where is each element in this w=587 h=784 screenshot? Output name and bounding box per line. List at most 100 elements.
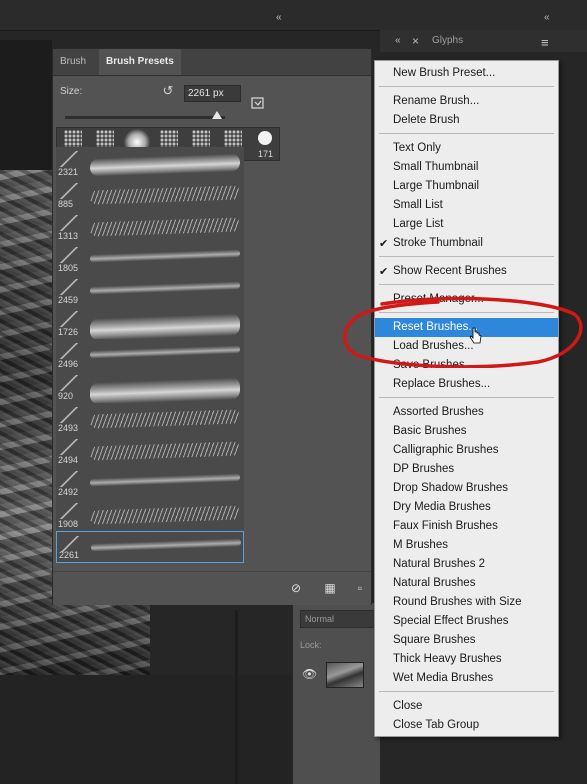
collapse-icon[interactable]: « (395, 35, 401, 46)
brush-size-label: 2321 (58, 167, 79, 177)
brush-tip-thumbnail (96, 130, 114, 148)
brush-tip-thumbnail (224, 130, 242, 148)
brush-preset-row[interactable]: 2321 (56, 147, 244, 180)
brush-size-label: 885 (58, 199, 74, 209)
menu-item-brush-library[interactable]: Faux Finish Brushes (375, 517, 558, 536)
menu-item-large-thumbnail[interactable]: Large Thumbnail (375, 177, 558, 196)
application-top-bar (0, 0, 587, 31)
brush-preset-row[interactable]: 885 (56, 179, 244, 212)
panel-divider (235, 610, 238, 784)
collapse-panels-icon[interactable]: « (276, 12, 282, 23)
panel-menu-icon[interactable]: ≡ (541, 35, 549, 50)
brush-stroke-preview (90, 249, 240, 263)
brush-stroke-preview (90, 505, 240, 525)
brush-preset-row[interactable]: 2494 (56, 435, 244, 468)
recent-brush[interactable]: 171 (249, 128, 282, 160)
brush-stroke-preview (90, 185, 240, 205)
red-annotation-circle (343, 296, 583, 368)
brush-preset-row[interactable]: 1313 (56, 211, 244, 244)
brush-preset-list: 2321 885 1313 1805 2459 1726 2496 920 2493 2494 24… (56, 147, 244, 571)
size-slider[interactable] (65, 116, 225, 119)
tab-glyphs[interactable]: Glyphs (432, 35, 463, 46)
menu-item-close[interactable]: Close (375, 697, 558, 716)
menu-item-brush-library[interactable]: Basic Brushes (375, 422, 558, 441)
menu-item-brush-library[interactable]: Dry Media Brushes (375, 498, 558, 517)
brush-tip-icon (59, 247, 79, 263)
menu-item-brush-library[interactable]: DP Brushes (375, 460, 558, 479)
menu-item-brush-library[interactable]: M Brushes (375, 536, 558, 555)
menu-item-close-tab-group[interactable]: Close Tab Group (375, 716, 558, 735)
menu-item-rename-brush[interactable]: Rename Brush... (375, 92, 558, 111)
size-input[interactable]: 2261 px (184, 85, 241, 102)
brush-preset-row[interactable]: 2261 (56, 531, 244, 563)
menu-item-new-brush-preset[interactable]: New Brush Preset... (375, 64, 558, 83)
panel-tab-bar: Brush Brush Presets (53, 49, 371, 76)
layers-panel (293, 603, 380, 784)
new-preset-icon[interactable] (251, 95, 265, 109)
menu-item-small-thumbnail[interactable]: Small Thumbnail (375, 158, 558, 177)
size-slider-thumb[interactable] (212, 111, 222, 119)
tab-brush[interactable]: Brush (53, 49, 94, 75)
collapse-dock-icon[interactable]: « (544, 12, 550, 23)
checkmark-icon: ✔ (379, 238, 389, 250)
menu-item-brush-library[interactable]: Wet Media Brushes (375, 669, 558, 688)
brush-stroke-preview (90, 473, 240, 487)
brush-preset-row[interactable]: 2459 (56, 275, 244, 308)
menu-item-delete-brush[interactable]: Delete Brush (375, 111, 558, 130)
brush-stroke-preview (90, 345, 240, 359)
menu-item-show-recent-brushes[interactable]: Show Recent Brushes (375, 262, 558, 281)
canvas-background (0, 40, 52, 170)
menu-item-brush-library[interactable]: Natural Brushes 2 (375, 555, 558, 574)
brush-preset-row[interactable]: 2496 (56, 339, 244, 372)
eye-icon[interactable]: 👁 (302, 667, 317, 681)
tab-brush-presets[interactable]: Brush Presets (99, 49, 181, 75)
brush-stroke-preview (90, 441, 240, 461)
brush-size-label: 2493 (58, 423, 79, 433)
brush-tip-icon (59, 471, 79, 487)
menu-separator (379, 284, 554, 285)
close-icon[interactable]: × (412, 34, 419, 48)
brush-size-label: 920 (58, 391, 74, 401)
new-brush-icon[interactable]: ▦ (323, 582, 337, 594)
blend-mode-select[interactable]: Normal (300, 610, 376, 628)
brush-preset-row[interactable]: 1805 (56, 243, 244, 276)
size-label: Size: (60, 86, 83, 97)
brush-preset-row[interactable]: 2492 (56, 467, 244, 500)
menu-item-small-list[interactable]: Small List (375, 196, 558, 215)
toggle-brush-panel-icon[interactable]: ⊘ (289, 582, 303, 594)
menu-item-brush-library[interactable]: Thick Heavy Brushes (375, 650, 558, 669)
brush-size-label: 1726 (58, 327, 79, 337)
brush-presets-flyout-menu: New Brush Preset... Rename Brush... Dele… (374, 60, 559, 737)
menu-item-brush-library[interactable]: Special Effect Brushes (375, 612, 558, 631)
brush-preset-row[interactable]: 1726 (56, 307, 244, 341)
delete-brush-icon[interactable]: ▫ (353, 582, 367, 594)
menu-separator (379, 397, 554, 398)
brush-preset-row[interactable]: 2493 (56, 403, 244, 436)
menu-item-text-only[interactable]: Text Only (375, 139, 558, 158)
brush-tip-icon (59, 503, 79, 519)
menu-item-brush-library[interactable]: Drop Shadow Brushes (375, 479, 558, 498)
menu-item-brush-library[interactable]: Round Brushes with Size (375, 593, 558, 612)
reset-size-icon[interactable]: ↺ (161, 84, 175, 98)
canvas-background-bottom (0, 675, 300, 784)
brush-size-label: 2459 (58, 295, 79, 305)
layer-thumbnail[interactable] (326, 662, 364, 688)
menu-item-brush-library[interactable]: Natural Brushes (375, 574, 558, 593)
brush-preset-row[interactable]: 1908 (56, 499, 244, 532)
menu-item-large-list[interactable]: Large List (375, 215, 558, 234)
menu-item-brush-library[interactable]: Calligraphic Brushes (375, 441, 558, 460)
menu-separator (379, 256, 554, 257)
menu-item-replace-brushes[interactable]: Replace Brushes... (375, 375, 558, 394)
brush-stroke-preview (90, 409, 240, 429)
lock-label: Lock: (300, 640, 322, 650)
brush-tip-icon (59, 183, 79, 199)
brush-size-label: 171 (257, 149, 274, 159)
brush-size-label: 2261 (59, 550, 80, 560)
menu-item-stroke-thumbnail[interactable]: Stroke Thumbnail (375, 234, 558, 253)
brush-stroke-preview (90, 377, 240, 405)
brush-size-label: 1908 (58, 519, 79, 529)
brush-size-label: 2496 (58, 359, 79, 369)
brush-preset-row[interactable]: 920 (56, 371, 244, 405)
menu-item-brush-library[interactable]: Assorted Brushes (375, 403, 558, 422)
menu-item-brush-library[interactable]: Square Brushes (375, 631, 558, 650)
